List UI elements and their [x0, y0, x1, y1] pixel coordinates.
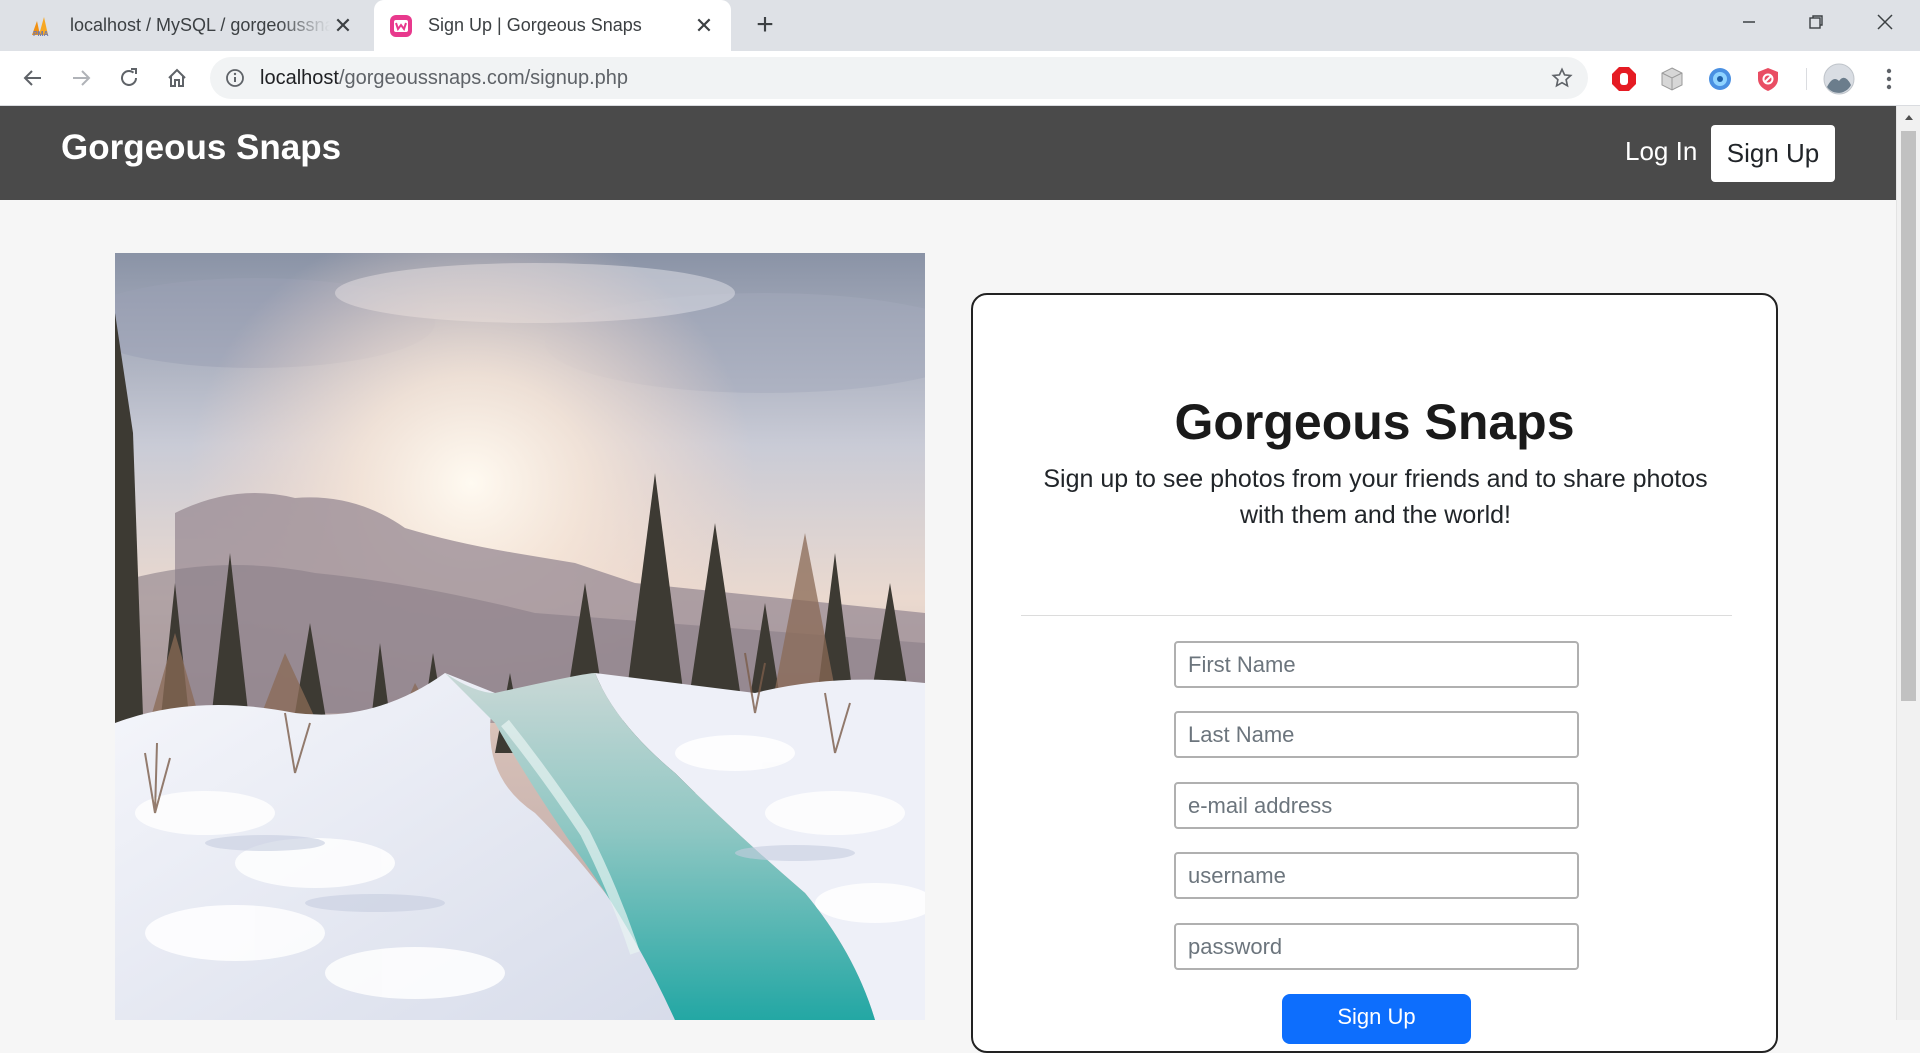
brand-logo-text[interactable]: Gorgeous Snaps: [61, 128, 341, 168]
site-navbar: Gorgeous Snaps Log In Sign Up: [0, 106, 1896, 200]
address-bar[interactable]: localhost/gorgeoussnaps.com/signup.php: [210, 57, 1588, 99]
phpmyadmin-icon: PMA: [30, 13, 56, 39]
adblock-icon[interactable]: [1611, 66, 1637, 92]
new-tab-icon[interactable]: +: [748, 8, 782, 42]
cube-extension-icon[interactable]: [1659, 66, 1685, 92]
site-info-icon[interactable]: [224, 67, 246, 89]
signup-nav-button[interactable]: Sign Up: [1711, 125, 1835, 182]
url-path: /gorgeoussnaps.com/signup.php: [338, 66, 629, 89]
username-field[interactable]: [1174, 852, 1579, 899]
email-field[interactable]: [1174, 782, 1579, 829]
shield-extension-icon[interactable]: [1755, 66, 1781, 92]
back-icon[interactable]: [14, 59, 52, 97]
vpn-extension-icon[interactable]: [1707, 66, 1733, 92]
url-text: localhost/gorgeoussnaps.com/signup.php: [260, 67, 628, 90]
page-scrollbar[interactable]: [1896, 106, 1920, 1020]
card-title: Gorgeous Snaps: [1174, 394, 1575, 450]
minimize-icon[interactable]: [1719, 0, 1779, 44]
bookmark-star-icon[interactable]: [1550, 66, 1574, 90]
forward-icon[interactable]: [62, 59, 100, 97]
tab-title: localhost / MySQL / gorgeoussnaps: [70, 15, 330, 35]
home-icon[interactable]: [158, 59, 196, 97]
last-name-field[interactable]: [1174, 711, 1579, 758]
winter-river-photo: [115, 253, 925, 1020]
reload-icon[interactable]: [110, 59, 148, 97]
tab-signup[interactable]: Sign Up | Gorgeous Snaps ✕: [374, 0, 731, 51]
signup-submit-button[interactable]: Sign Up: [1282, 994, 1471, 1044]
browser-toolbar: localhost/gorgeoussnaps.com/signup.php: [0, 51, 1920, 106]
signup-card: Gorgeous Snaps Sign up to see photos fro…: [971, 293, 1778, 1053]
wamp-icon: [388, 13, 414, 39]
card-subtitle: Sign up to see photos from your friends …: [1043, 465, 1708, 529]
login-link[interactable]: Log In: [1625, 136, 1697, 167]
scroll-up-arrow-icon[interactable]: [1897, 110, 1920, 124]
close-tab-icon[interactable]: ✕: [330, 13, 356, 39]
tab-phpmyadmin[interactable]: PMA localhost / MySQL / gorgeoussnaps ✕: [0, 0, 370, 51]
browser-tabstrip: PMA localhost / MySQL / gorgeoussnaps ✕ …: [0, 0, 1920, 51]
browser-menu-icon[interactable]: [1876, 66, 1902, 92]
divider: [1021, 615, 1732, 616]
close-window-icon[interactable]: [1855, 0, 1915, 44]
tab-title: Sign Up | Gorgeous Snaps: [428, 15, 642, 35]
profile-avatar[interactable]: [1823, 63, 1855, 95]
close-tab-icon[interactable]: ✕: [691, 13, 717, 39]
password-field[interactable]: [1174, 923, 1579, 970]
url-host: localhost: [260, 66, 339, 89]
toolbar-divider: [1806, 68, 1807, 90]
svg-text:PMA: PMA: [33, 31, 49, 37]
first-name-field[interactable]: [1174, 641, 1579, 688]
scrollbar-thumb[interactable]: [1901, 131, 1916, 701]
restore-icon[interactable]: [1786, 0, 1846, 44]
